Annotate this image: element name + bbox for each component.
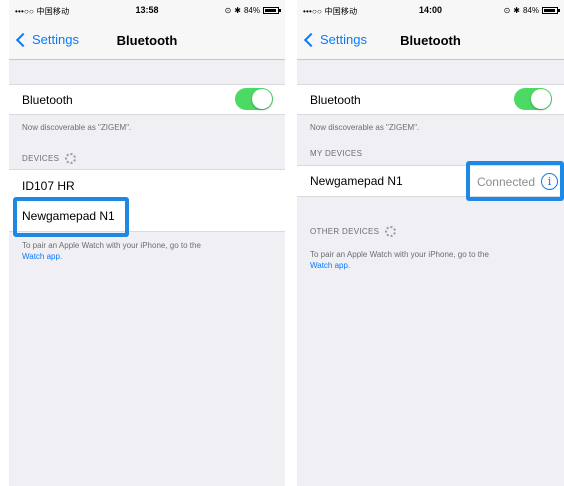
watch-app-link[interactable]: Watch app. [22, 252, 62, 261]
watch-footer: To pair an Apple Watch with your iPhone,… [22, 240, 275, 262]
page-title: Bluetooth [400, 33, 461, 48]
status-right: ⊙ ✱ 84% [224, 6, 281, 15]
bluetooth-icon: ✱ [234, 6, 241, 15]
device-status-group: Connected i [477, 173, 558, 190]
bluetooth-toggle[interactable] [514, 88, 552, 110]
bluetooth-toggle[interactable] [235, 88, 273, 110]
battery-icon [263, 7, 281, 14]
spinner-icon [65, 153, 77, 164]
info-icon[interactable]: i [541, 173, 558, 190]
device-name: ID107 HR [22, 179, 75, 193]
discoverable-text: Now discoverable as "ZIGEM". [310, 123, 420, 132]
device-row[interactable]: Newgamepad N1 Connected i [297, 165, 564, 197]
my-devices-header-label: MY DEVICES [310, 149, 363, 158]
watch-footer: To pair an Apple Watch with your iPhone,… [310, 249, 554, 271]
bluetooth-cell: Bluetooth [9, 84, 285, 115]
watch-app-link[interactable]: Watch app. [310, 261, 350, 270]
status-bar: •••○○ 中国移动 14:00 ⊙ ✱ 84% [297, 0, 564, 20]
navigation-bar: Settings Bluetooth [297, 20, 564, 60]
device-name: Newgamepad N1 [310, 174, 403, 188]
bluetooth-icon: ✱ [513, 6, 520, 15]
device-row[interactable]: Newgamepad N1 [9, 200, 285, 232]
discoverable-text: Now discoverable as "ZIGEM". [22, 123, 132, 132]
devices-header-label: DEVICES [22, 154, 60, 163]
other-devices-header: OTHER DEVICES [310, 226, 397, 237]
left-screen: •••○○ 中国移动 13:58 ⊙ ✱ 84% Settings Blueto… [9, 0, 285, 486]
my-devices-header: MY DEVICES [310, 149, 362, 158]
alarm-icon: ⊙ [224, 6, 232, 15]
watch-footer-text: To pair an Apple Watch with your iPhone,… [310, 250, 489, 259]
bluetooth-cell: Bluetooth [297, 84, 564, 115]
toggle-knob [531, 89, 551, 109]
device-name: Newgamepad N1 [22, 209, 115, 223]
spinner-icon [385, 226, 397, 237]
alarm-icon: ⊙ [503, 6, 511, 15]
device-row[interactable]: ID107 HR [9, 169, 285, 201]
devices-header: DEVICES [22, 153, 77, 164]
right-screen: •••○○ 中国移动 14:00 ⊙ ✱ 84% Settings Blueto… [297, 0, 564, 486]
other-devices-header-label: OTHER DEVICES [310, 227, 380, 236]
status-right: ⊙ ✱ 84% [503, 6, 560, 15]
connected-status: Connected [476, 174, 535, 189]
battery-percent: 84% [243, 6, 260, 15]
toggle-knob [252, 89, 272, 109]
status-bar: •••○○ 中国移动 13:58 ⊙ ✱ 84% [9, 0, 285, 20]
battery-icon [542, 7, 560, 14]
bluetooth-label: Bluetooth [310, 93, 361, 107]
page-title: Bluetooth [116, 33, 178, 48]
navigation-bar: Settings Bluetooth [9, 20, 285, 60]
battery-percent: 84% [522, 6, 539, 15]
bluetooth-label: Bluetooth [22, 93, 73, 107]
watch-footer-text: To pair an Apple Watch with your iPhone,… [22, 241, 201, 250]
